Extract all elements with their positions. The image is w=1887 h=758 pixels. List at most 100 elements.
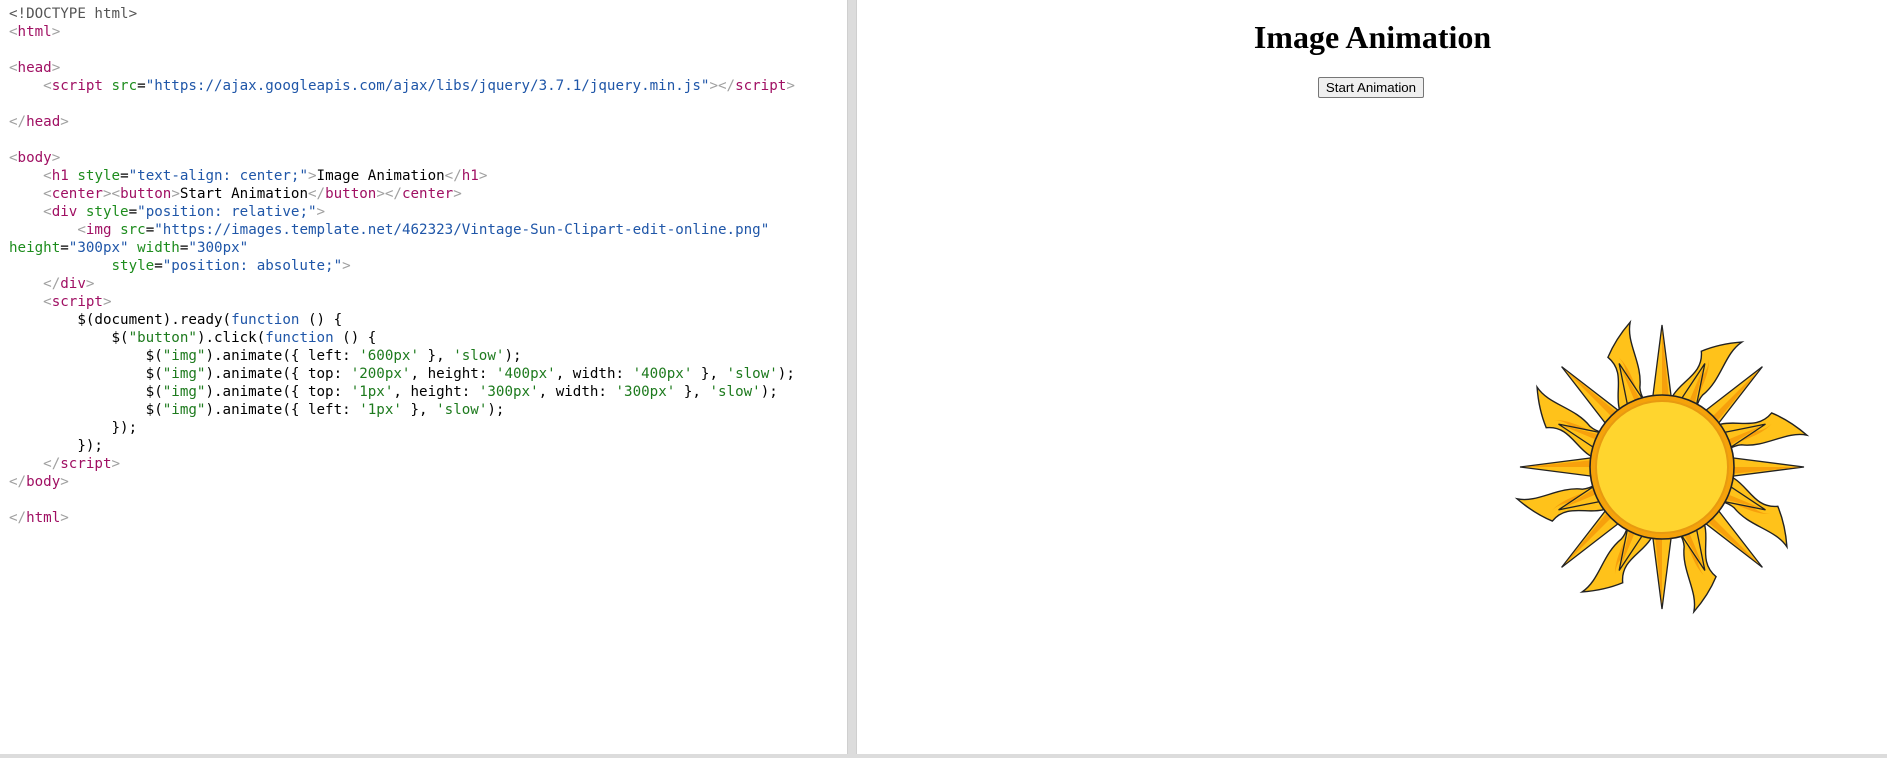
code-token: center [401,186,454,202]
code-token: Start Animation [179,186,308,202]
code-token: = [128,204,138,220]
code-token: ></ [376,186,402,202]
code-line: <html> [9,23,795,41]
code-line: $("button").click(function () { [9,329,795,347]
code-token: > [60,114,69,130]
code-token: </ [43,456,61,472]
code-token: > [60,474,69,490]
code-line: <h1 style="text-align: center;">Image An… [9,167,795,185]
code-token: height [9,240,61,256]
code-token: > [478,168,488,184]
code-token: ).click( [196,330,266,346]
code-token: "text-align: center;" [128,168,308,184]
code-token: > [453,186,462,202]
code-token: < [9,150,18,166]
preview-pane: Image Animation Start Animation [856,0,1887,754]
code-token: > [51,60,61,76]
code-token: "button" [128,330,197,346]
code-token: body [17,150,52,166]
code-token: </ [444,168,462,184]
code-token: > [51,24,61,40]
pane-splitter[interactable] [848,0,856,758]
code-token: ); [760,384,778,400]
code-token: </ [9,474,27,490]
code-token: script [60,456,112,472]
code-token: </ [9,510,27,526]
code-token: = [154,258,163,274]
code-token: div [51,204,78,220]
code-token: script [735,78,787,94]
code-token: "img" [162,384,206,400]
code-token: script [51,294,103,310]
code-token: "300px" [68,240,129,256]
code-token: script [51,78,103,94]
code-token: > [308,168,317,184]
code-line: <div style="position: relative;"> [9,203,795,221]
code-token: "300px" [188,240,249,256]
code-token: > [85,276,95,292]
code-line: height="300px" width="300px" [9,239,795,257]
code-token: </ [9,114,27,130]
code-token: < [43,168,52,184]
code-token: '300px' [478,384,539,400]
code-token: $(document).ready( [9,312,232,328]
code-token: '600px' [359,348,420,364]
code-token: ).animate({ top: [205,384,351,400]
code-token: > [102,294,112,310]
code-line: </script> [9,455,795,473]
code-token: < [9,24,18,40]
code-line: <script> [9,293,795,311]
code-token: $( [9,348,163,364]
code-token: function [265,330,334,346]
code-token: Image Animation [316,168,445,184]
code-token: "position: absolute;" [162,258,343,274]
code-line: }); [9,419,795,437]
code-token: > [342,258,351,274]
code-token: >< [102,186,121,202]
code-editor-pane[interactable]: <!DOCTYPE html> <html> <head> <script src=… [0,0,848,754]
code-token: () { [299,312,343,328]
code-token: > [51,150,61,166]
code-token: </ [307,186,326,202]
code-listing[interactable]: <!DOCTYPE html> <html> <head> <script src=… [9,5,795,527]
code-line: style="position: absolute;"> [9,257,795,275]
code-token: style [111,258,155,274]
code-token: }, [675,384,710,400]
code-token: = [60,240,69,256]
code-token: src [111,78,138,94]
code-line: $("img").animate({ left: '600px' }, 'slo… [9,347,795,365]
code-token: , width: [555,366,633,382]
code-token: style [77,168,121,184]
code-token: = [145,222,155,238]
code-token: '1px' [350,384,394,400]
code-token: }, [692,366,727,382]
code-token: ); [777,366,795,382]
code-token: <!DOCTYPE html> [9,6,138,22]
start-animation-button[interactable]: Start Animation [1318,77,1424,98]
code-token: center [51,186,103,202]
code-token: , height: [393,384,479,400]
code-token: button [120,186,172,202]
code-token: function [231,312,300,328]
code-token: > [171,186,180,202]
code-token: ).animate({ left: [205,348,360,364]
code-line: <center><button>Start Animation</button>… [9,185,795,203]
code-token: $( [9,384,163,400]
code-token: , height: [410,366,496,382]
code-line: <img src="https://images.template.net/46… [9,221,795,239]
code-token: }, [401,402,437,418]
code-token: $( [9,330,129,346]
code-token: = [137,78,146,94]
code-line: <body> [9,149,795,167]
code-token: < [43,204,52,220]
code-token: div [60,276,86,292]
code-token: h1 [51,168,69,184]
code-line: <head> [9,59,795,77]
code-token: > [111,456,121,472]
